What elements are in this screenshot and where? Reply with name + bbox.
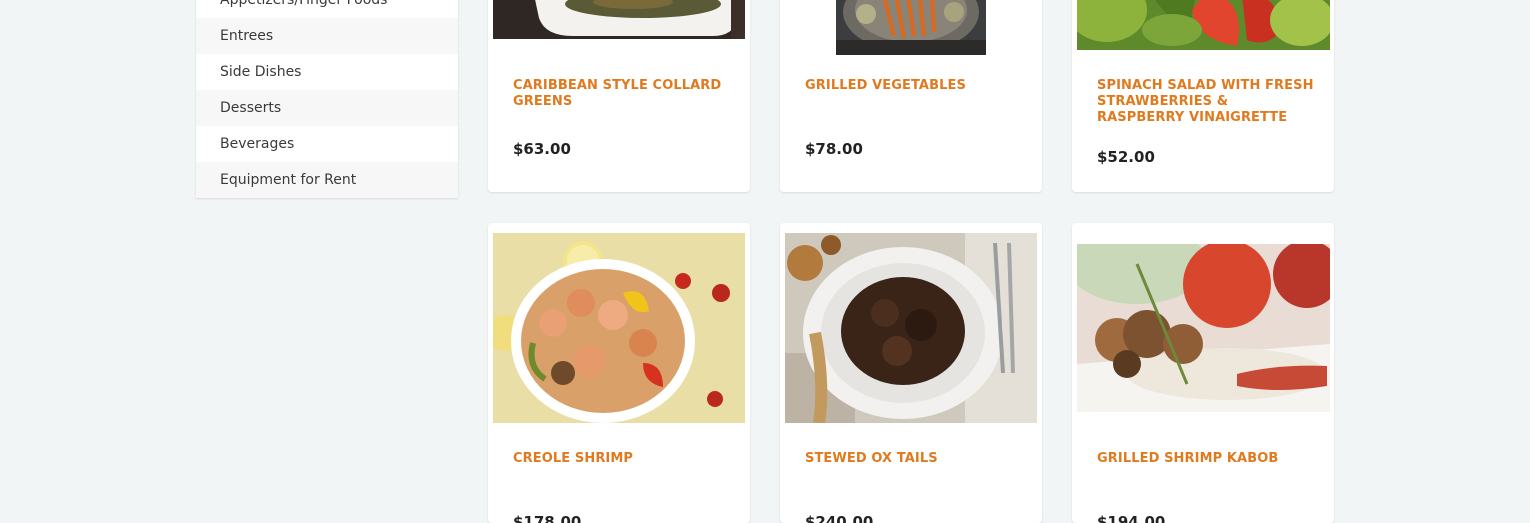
product-title[interactable]: STEWED OX TAILS xyxy=(805,451,1022,467)
product-title[interactable]: GRILLED VEGETABLES xyxy=(805,78,1022,94)
product-title[interactable]: SPINACH SALAD WITH FRESH STRAWBERRIES & … xyxy=(1097,78,1314,126)
product-image-spinach-salad[interactable] xyxy=(1077,0,1330,50)
product-card[interactable]: STEWED OX TAILS $240.00 xyxy=(780,223,1042,523)
sidebar-item-entrees[interactable]: Entrees xyxy=(196,18,458,54)
product-image-collard-greens[interactable] xyxy=(493,0,745,39)
product-price: $78.00 xyxy=(805,140,863,158)
product-price: $194.00 xyxy=(1097,513,1166,523)
sidebar-item-beverages[interactable]: Beverages xyxy=(196,126,458,162)
sidebar-item-appetizers[interactable]: Appetizers/Finger Foods xyxy=(196,0,458,18)
sidebar-item-desserts[interactable]: Desserts xyxy=(196,90,458,126)
product-price: $178.00 xyxy=(513,513,582,523)
product-card[interactable]: CREOLE SHRIMP $178.00 xyxy=(488,223,750,523)
product-title[interactable]: CARIBBEAN STYLE COLLARD GREENS xyxy=(513,78,730,110)
product-image-grilled-vegetables[interactable] xyxy=(836,0,986,55)
product-image-grilled-shrimp-kabob[interactable] xyxy=(1077,244,1330,412)
product-image-stewed-ox-tails[interactable] xyxy=(785,233,1037,423)
product-price: $52.00 xyxy=(1097,148,1155,166)
product-card[interactable]: GRILLED VEGETABLES $78.00 xyxy=(780,0,1042,192)
product-title[interactable]: GRILLED SHRIMP KABOB xyxy=(1097,451,1314,467)
product-card[interactable]: GRILLED SHRIMP KABOB $194.00 xyxy=(1072,223,1334,523)
category-sidebar: Appetizers/Finger Foods Entrees Side Dis… xyxy=(196,0,458,198)
product-price: $240.00 xyxy=(805,513,874,523)
product-card[interactable]: SPINACH SALAD WITH FRESH STRAWBERRIES & … xyxy=(1072,0,1334,192)
product-image-creole-shrimp[interactable] xyxy=(493,233,745,423)
product-price: $63.00 xyxy=(513,140,571,158)
sidebar-item-side-dishes[interactable]: Side Dishes xyxy=(196,54,458,90)
product-card[interactable]: CARIBBEAN STYLE COLLARD GREENS $63.00 xyxy=(488,0,750,192)
sidebar-item-equipment-for-rent[interactable]: Equipment for Rent xyxy=(196,162,458,198)
product-title[interactable]: CREOLE SHRIMP xyxy=(513,451,730,467)
